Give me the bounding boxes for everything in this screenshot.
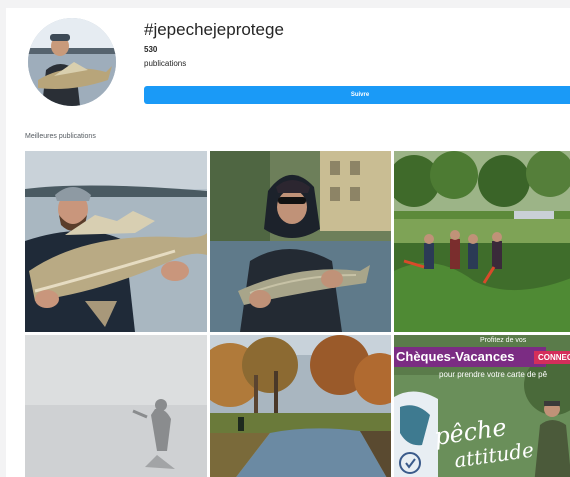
post-tile-promo[interactable]: Profitez de vos Chèques-Vacances CONNEC …	[394, 335, 570, 477]
post-image	[210, 335, 391, 477]
promo-top-line: Profitez de vos	[480, 337, 527, 344]
post-tile-bank-work[interactable]	[394, 151, 570, 332]
post-count-label: publications	[144, 59, 187, 68]
post-image	[210, 151, 391, 332]
hashtag-page: #jepechejeprotege 530 publications Suivr…	[6, 8, 570, 477]
hashtag-avatar[interactable]	[28, 18, 116, 106]
promo-sub-line: pour prendre votre carte de pê	[439, 370, 548, 379]
avatar-photo	[28, 18, 116, 106]
promo-headline: Chèques-Vacances	[394, 347, 546, 367]
post-tile-fog[interactable]	[25, 335, 207, 477]
top-posts-grid: Profitez de vos Chèques-Vacances CONNEC …	[25, 151, 570, 477]
post-image	[25, 335, 207, 477]
post-tile-trout[interactable]	[210, 151, 391, 332]
follow-button[interactable]: Suivre	[144, 86, 570, 104]
post-image	[25, 151, 207, 332]
top-posts-label: Meilleures publications	[25, 133, 96, 140]
promo-badge: CONNEC	[534, 351, 570, 364]
post-image	[394, 151, 570, 332]
post-count: 530	[144, 45, 158, 54]
hashtag-title: #jepechejeprotege	[144, 20, 284, 39]
post-tile-autumn-river[interactable]	[210, 335, 391, 477]
post-tile-zander[interactable]	[25, 151, 207, 332]
